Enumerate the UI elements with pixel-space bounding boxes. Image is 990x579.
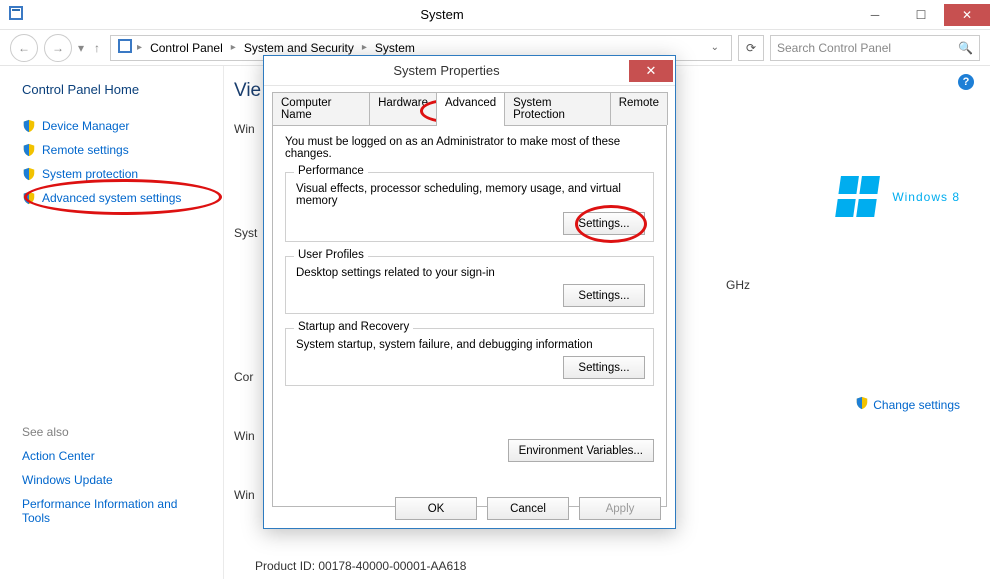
see-also-link[interactable]: Performance Information and Tools [22, 497, 192, 525]
shield-icon [22, 143, 36, 157]
sidebar-link-label: Device Manager [42, 119, 129, 133]
sidebar-link-label: System protection [42, 167, 138, 181]
forward-button[interactable]: → [44, 34, 72, 62]
change-settings-link[interactable]: Change settings [855, 396, 960, 413]
dialog-button-row: OK Cancel Apply [264, 497, 675, 520]
sidebar-link-label: Advanced system settings [42, 191, 181, 205]
windows-brand-text: Windows 8 [892, 190, 960, 204]
breadcrumb-node[interactable]: Control Panel [146, 41, 227, 55]
sidebar-link-system-protection[interactable]: System protection [22, 167, 209, 181]
group-user-profiles: User Profiles Desktop settings related t… [285, 256, 654, 314]
shield-icon [22, 119, 36, 133]
tab-computer-name[interactable]: Computer Name [272, 92, 370, 125]
sidebar: Control Panel Home Device Manager Remote… [0, 66, 224, 579]
system-properties-dialog: System Properties ✕ Computer Name Hardwa… [263, 55, 676, 529]
tab-hardware[interactable]: Hardware [369, 92, 437, 125]
dialog-close-button[interactable]: ✕ [629, 60, 673, 82]
sidebar-link-remote-settings[interactable]: Remote settings [22, 143, 209, 157]
user-profiles-settings-button[interactable]: Settings... [563, 284, 645, 307]
control-panel-icon [117, 38, 133, 57]
group-desc: System startup, system failure, and debu… [296, 339, 643, 351]
tab-panel-advanced: You must be logged on as an Administrato… [272, 125, 667, 507]
shield-icon [855, 396, 869, 413]
search-placeholder: Search Control Panel [777, 41, 891, 55]
group-performance: Performance Visual effects, processor sc… [285, 172, 654, 242]
tab-advanced[interactable]: Advanced [436, 92, 505, 125]
breadcrumb-node[interactable]: System and Security [240, 41, 358, 55]
windows-brand: Windows 8 [838, 176, 960, 218]
maximize-button[interactable]: ☐ [898, 4, 944, 26]
chevron-right-icon: ▸ [137, 42, 142, 53]
see-also-link[interactable]: Windows Update [22, 473, 209, 487]
group-legend: Startup and Recovery [294, 321, 413, 333]
window-titlebar: System ─ ☐ ✕ [0, 0, 990, 30]
see-also-link[interactable]: Action Center [22, 449, 209, 463]
ok-button[interactable]: OK [395, 497, 477, 520]
performance-settings-button[interactable]: Settings... [563, 212, 645, 235]
control-panel-home-link[interactable]: Control Panel Home [22, 82, 209, 97]
cpu-ghz-partial: GHz [726, 278, 750, 292]
tab-system-protection[interactable]: System Protection [504, 92, 611, 125]
control-panel-icon [8, 5, 24, 24]
see-also-header: See also [22, 425, 209, 439]
cancel-button[interactable]: Cancel [487, 497, 569, 520]
close-button[interactable]: ✕ [944, 4, 990, 26]
group-desc: Visual effects, processor scheduling, me… [296, 183, 643, 207]
up-button[interactable]: ↑ [90, 41, 104, 55]
sidebar-link-device-manager[interactable]: Device Manager [22, 119, 209, 133]
tab-remote[interactable]: Remote [610, 92, 668, 125]
sidebar-link-label: Remote settings [42, 143, 129, 157]
chevron-right-icon: ▸ [231, 42, 236, 53]
group-desc: Desktop settings related to your sign-in [296, 267, 643, 279]
startup-recovery-settings-button[interactable]: Settings... [563, 356, 645, 379]
breadcrumb-node[interactable]: System [371, 41, 419, 55]
minimize-button[interactable]: ─ [852, 4, 898, 26]
group-legend: User Profiles [294, 249, 368, 261]
windows-logo-icon [835, 176, 883, 218]
dialog-titlebar: System Properties ✕ [264, 56, 675, 86]
group-startup-recovery: Startup and Recovery System startup, sys… [285, 328, 654, 386]
refresh-button[interactable]: ⟳ [738, 35, 764, 61]
search-icon: 🔍 [958, 41, 973, 55]
address-dropdown-icon[interactable]: ⌄ [705, 42, 725, 53]
sidebar-link-advanced-system-settings[interactable]: Advanced system settings [22, 191, 209, 205]
history-dropdown-icon[interactable]: ▾ [78, 41, 84, 55]
search-input[interactable]: Search Control Panel 🔍 [770, 35, 980, 61]
dialog-title: System Properties [264, 63, 629, 78]
window-title: System [32, 7, 852, 22]
group-legend: Performance [294, 165, 368, 177]
chevron-right-icon: ▸ [362, 42, 367, 53]
shield-icon [22, 191, 36, 205]
product-id: Product ID: 00178-40000-00001-AA618 [255, 559, 466, 573]
apply-button[interactable]: Apply [579, 497, 661, 520]
back-button[interactable]: ← [10, 34, 38, 62]
change-settings-label: Change settings [873, 398, 960, 412]
shield-icon [22, 167, 36, 181]
environment-variables-button[interactable]: Environment Variables... [508, 439, 654, 462]
admin-note: You must be logged on as an Administrato… [285, 136, 654, 160]
dialog-tabs: Computer Name Hardware Advanced System P… [264, 86, 675, 125]
